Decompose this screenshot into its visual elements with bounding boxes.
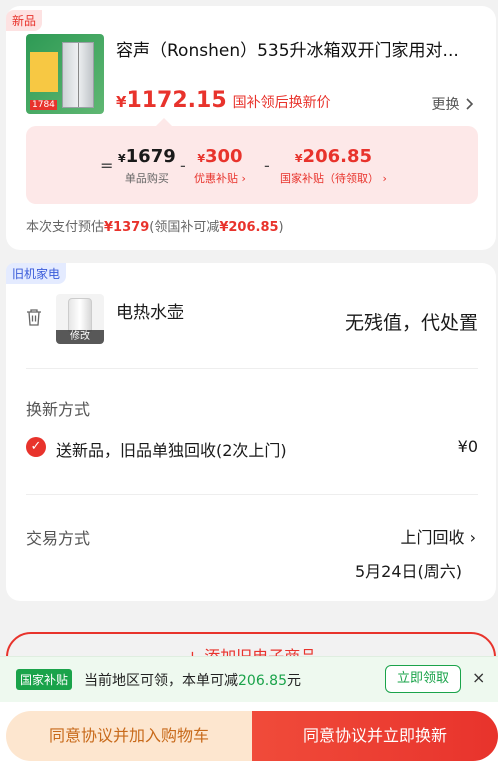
- method-option[interactable]: 送新品，旧品单独回收(2次上门): [56, 437, 287, 461]
- coupon-currency: ¥: [197, 152, 205, 165]
- banner-text: 当前地区可领，本单可减206.85元: [84, 670, 301, 690]
- coupon-value: 300: [204, 146, 243, 167]
- trash-icon[interactable]: [26, 308, 42, 326]
- minus-sign: -: [264, 156, 270, 175]
- pay-est-amount: ¥1379: [104, 220, 150, 235]
- checkmark-icon[interactable]: ✓: [26, 437, 46, 457]
- pay-est-mid: (领国补可减: [149, 220, 220, 235]
- banner-amount: 206.85: [238, 673, 287, 689]
- subsidy-currency: ¥: [294, 152, 303, 165]
- pickup-date[interactable]: 5月24日(周六): [355, 558, 462, 582]
- chevron-right-icon: [464, 97, 474, 113]
- national-subsidy-item[interactable]: ¥206.85 国家补贴（待领取） ›: [280, 146, 387, 186]
- pay-est-prefix: 本次支付预估: [26, 220, 105, 235]
- old-item-tag: 旧机家电: [6, 263, 67, 284]
- trade-title: 交易方式: [26, 529, 91, 548]
- bottom-action-bar: 同意协议并加入购物车 同意协议并立即换新: [0, 702, 498, 763]
- fridge-product-image[interactable]: 1784: [26, 34, 104, 114]
- claim-now-button[interactable]: 立即领取: [385, 665, 461, 693]
- subsidy-value: 206.85: [302, 146, 373, 167]
- unit-price-value: 1679: [125, 146, 176, 167]
- payment-estimate: 本次支付预估¥1379(领国补可减¥206.85): [26, 216, 284, 235]
- close-icon[interactable]: ×: [472, 668, 485, 687]
- divider: [26, 494, 478, 495]
- price-description: 国补领后换新价: [232, 95, 331, 111]
- promo-sticker: [30, 52, 58, 92]
- minus-sign: -: [180, 156, 186, 175]
- method-price: ¥0: [457, 437, 478, 456]
- swap-product-button[interactable]: 更换: [432, 94, 474, 114]
- subsidy-label: 国家补贴（待领取） ›: [280, 172, 387, 185]
- swap-label: 更换: [431, 97, 460, 113]
- trade-in-now-button[interactable]: 同意协议并立即换新: [252, 711, 498, 761]
- image-badge: 1784: [30, 100, 57, 110]
- equals-sign: =: [100, 156, 114, 175]
- kettle-image[interactable]: 修改: [56, 294, 104, 344]
- kettle-icon: [68, 298, 92, 332]
- trade-type-selector[interactable]: 上门回收 ›: [401, 524, 477, 548]
- trade-in-price: ¥ 1172.15 国补领后换新价: [116, 88, 331, 113]
- pay-est-suffix: ): [278, 220, 284, 235]
- price-breakdown: = ¥1679 单品购买 - ¥300 优惠补贴 › - ¥206.85 国家补…: [26, 118, 478, 204]
- method-title: 换新方式: [26, 400, 91, 419]
- banner-text-prefix: 当前地区可领，本单可减: [84, 673, 238, 689]
- price-currency: ¥: [116, 93, 127, 111]
- subsidy-banner: 国家补贴 当前地区可领，本单可减206.85元 立即领取 ×: [0, 656, 498, 702]
- unit-price-item: ¥1679 单品购买: [118, 146, 176, 186]
- coupon-subsidy-item[interactable]: ¥300 优惠补贴 ›: [194, 146, 246, 186]
- price-value: 1172.15: [126, 88, 227, 113]
- unit-price-currency: ¥: [118, 152, 126, 165]
- product-title[interactable]: 容声（Ronshen）535升冰箱双开门家用对...: [116, 36, 466, 61]
- old-item-value: 无残值，代处置: [344, 312, 478, 334]
- edit-old-item-button[interactable]: 修改: [56, 330, 104, 344]
- new-item-tag: 新品: [6, 10, 43, 31]
- divider: [26, 368, 478, 369]
- national-subsidy-tag: 国家补贴: [16, 669, 73, 690]
- unit-price-label: 单品购买: [124, 172, 169, 185]
- banner-text-suffix: 元: [287, 673, 301, 689]
- pay-est-deduct: ¥206.85: [219, 220, 279, 235]
- old-item-name: 电热水壶: [116, 303, 184, 323]
- add-to-cart-button[interactable]: 同意协议并加入购物车: [6, 711, 252, 761]
- coupon-label: 优惠补贴 ›: [194, 172, 246, 185]
- fridge-icon: [62, 42, 94, 108]
